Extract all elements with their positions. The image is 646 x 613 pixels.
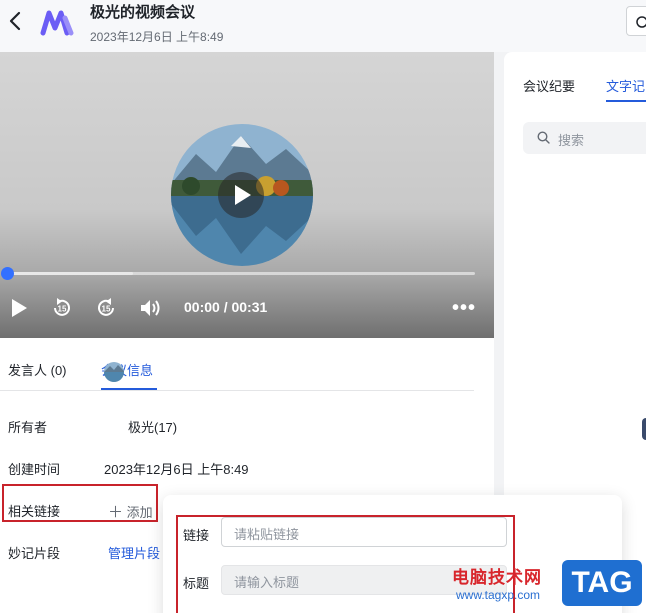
play-overlay-button[interactable] [218,172,264,218]
created-time-label: 创建时间 [8,462,61,477]
side-handle[interactable] [642,418,646,440]
link-field-label: 链接 [183,528,210,543]
tab-divider [0,390,474,391]
plus-icon: ＋ [108,504,124,521]
meeting-date: 2023年12月6日 上午8:49 [90,30,224,44]
playback-time: 00:00 / 00:31 [184,299,268,315]
progress-buffered [6,272,133,275]
search-input[interactable]: 搜索 [558,130,584,149]
play-icon[interactable] [8,296,30,320]
watermark-url: www.tagxp.com [456,588,541,602]
volume-icon[interactable] [138,296,162,320]
progress-track[interactable] [6,272,475,275]
back-arrow-icon[interactable] [6,10,24,32]
link-input[interactable]: 请粘贴链接 [221,517,507,547]
tab-speakers[interactable]: 发言人 (0) [8,360,67,379]
video-player[interactable]: 15 15 00:00 / 00:31 ••• [0,52,494,338]
page-title: 极光的视频会议 [90,4,196,21]
add-link-label: 添加 [126,505,153,520]
add-link-popup: 链接 请粘贴链接 标题 请输入标题 [163,495,622,613]
watermark-site-name: 电脑技术网 [452,568,542,587]
tab-meeting-summary[interactable]: 会议纪要 [523,76,575,95]
more-options-icon[interactable]: ••• [452,297,476,320]
title-field-label: 标题 [183,576,210,591]
created-time-value: 2023年12月6日 上午8:49 [104,462,249,477]
add-link-button[interactable]: ＋ 添加 [108,501,153,522]
search-icon [537,131,550,144]
owner-name[interactable]: 极光(17) [128,417,177,436]
svg-text:15: 15 [102,305,111,314]
share-icon [636,16,646,28]
owner-label: 所有者 [8,420,48,435]
progress-knob[interactable] [1,267,14,280]
svg-text:15: 15 [58,305,67,314]
tab-transcript[interactable]: 文字记 [606,76,645,95]
header-action-button[interactable] [626,6,646,36]
manage-clips-link[interactable]: 管理片段 [108,543,160,562]
transcript-tab-indicator [606,100,646,102]
related-links-label: 相关链接 [8,504,61,519]
minutes-logo-icon [40,10,74,36]
watermark-tag-logo: TAG [562,560,642,606]
info-tabs: 发言人 (0) 会议信息 [0,338,494,391]
clips-label: 妙记片段 [8,546,61,561]
avatar [104,362,124,382]
forward-15-icon[interactable]: 15 [94,296,118,320]
app-header: 极光的视频会议 2023年12月6日 上午8:49 [0,0,646,52]
transcript-search[interactable]: 搜索 [523,122,646,154]
rewind-15-icon[interactable]: 15 [50,296,74,320]
